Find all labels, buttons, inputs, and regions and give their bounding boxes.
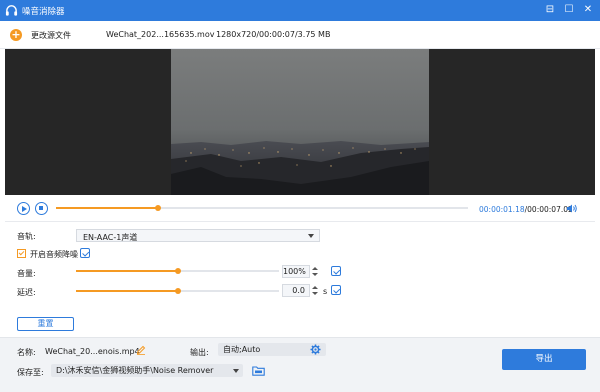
noise-reduction-checkbox[interactable] xyxy=(17,249,26,258)
title-bar: 噪音消除器 ⊟ ☐ ✕ xyxy=(0,0,600,21)
delay-label: 延迟: xyxy=(17,288,36,297)
gear-icon[interactable] xyxy=(310,344,321,355)
source-file-name: WeChat_202...165635.mov xyxy=(106,30,215,39)
stop-button[interactable] xyxy=(35,202,48,215)
plus-icon: + xyxy=(10,28,22,41)
noise-reduction-label: 开启音频降噪 xyxy=(30,250,78,259)
save-path-value: D:\沐禾安信\金狮视频助手\Noise Remover xyxy=(56,366,214,375)
delay-apply-icon[interactable] xyxy=(331,285,341,295)
change-source-button[interactable]: + 更改源文件 xyxy=(10,29,90,43)
name-label: 名称: xyxy=(17,348,36,357)
save-path-select[interactable]: D:\沐禾安信\金狮视频助手\Noise Remover xyxy=(51,364,243,377)
export-button[interactable]: 导出 xyxy=(502,349,586,370)
time-display: 00:00:01.18/00:00:07.02 xyxy=(479,205,573,214)
divider xyxy=(5,221,595,222)
volume-stepper[interactable] xyxy=(311,265,319,278)
delay-slider[interactable] xyxy=(76,288,279,294)
apply-check-icon[interactable] xyxy=(80,248,90,258)
output-label: 输出: xyxy=(190,348,209,357)
playback-progress[interactable] xyxy=(56,205,468,211)
arrow-up-icon xyxy=(312,267,318,270)
play-button[interactable] xyxy=(17,202,30,215)
delay-field[interactable]: 0.0 xyxy=(282,284,310,297)
stop-icon xyxy=(39,206,44,211)
headphones-icon xyxy=(5,5,18,16)
delay-unit: s xyxy=(323,287,328,296)
play-icon xyxy=(21,205,27,212)
folder-icon[interactable] xyxy=(252,365,265,376)
window-title: 噪音消除器 xyxy=(22,7,65,17)
volume-slider[interactable] xyxy=(76,268,279,274)
source-file-meta: 1280x720/00:00:07/3.75 MB xyxy=(216,30,331,39)
save-to-label: 保存至: xyxy=(17,368,44,377)
chevron-down-icon xyxy=(308,234,314,238)
volume-icon[interactable] xyxy=(566,203,578,214)
change-source-label: 更改源文件 xyxy=(31,31,71,40)
file-bar: + 更改源文件 WeChat_202...165635.mov 1280x720… xyxy=(0,21,600,49)
delay-handle[interactable] xyxy=(174,288,181,294)
output-file-name: WeChat_20...enois.mp4 xyxy=(45,347,140,356)
maximize-button[interactable]: ☐ xyxy=(562,3,576,17)
volume-fill xyxy=(76,270,178,272)
city-skyline-image xyxy=(171,49,429,195)
audio-track-value: EN-AAC-1声道 xyxy=(83,232,138,242)
video-preview xyxy=(5,49,595,195)
arrow-down-icon xyxy=(312,273,318,276)
volume-apply-icon[interactable] xyxy=(331,266,341,276)
reset-button[interactable]: 重置 xyxy=(17,317,74,331)
arrow-up-icon xyxy=(312,286,318,289)
volume-field[interactable]: 100% xyxy=(282,265,310,278)
close-button[interactable]: ✕ xyxy=(581,3,595,17)
volume-label: 音量: xyxy=(17,269,36,278)
arrow-down-icon xyxy=(312,292,318,295)
edit-pencil-icon[interactable] xyxy=(136,345,146,355)
delay-fill xyxy=(76,290,178,292)
track-label: 音轨: xyxy=(17,232,36,241)
audio-track-select[interactable]: EN-AAC-1声道 xyxy=(76,229,320,242)
volume-handle[interactable] xyxy=(174,268,181,274)
current-time: 00:00:01.18 xyxy=(479,205,525,214)
check-icon xyxy=(18,249,25,256)
progress-fill xyxy=(56,207,158,209)
delay-stepper[interactable] xyxy=(311,284,319,297)
minimize-button[interactable]: ⊟ xyxy=(543,3,557,17)
output-format-value: 自动;Auto xyxy=(223,345,261,354)
progress-handle[interactable] xyxy=(154,205,161,211)
chevron-down-icon[interactable] xyxy=(233,369,239,373)
video-frame xyxy=(171,49,429,195)
